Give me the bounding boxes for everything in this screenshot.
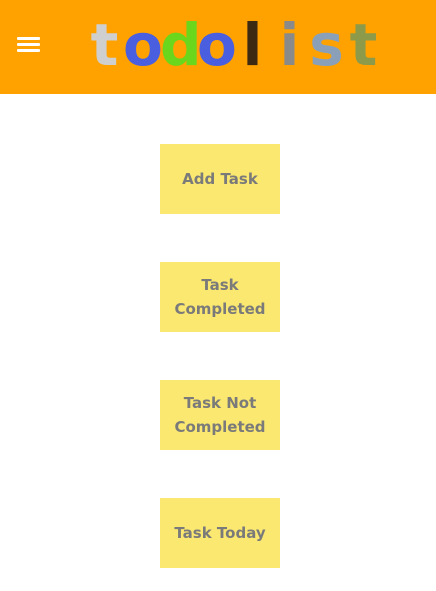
logo-letter: t bbox=[349, 11, 378, 79]
task-completed-button[interactable]: Task Completed bbox=[160, 262, 280, 332]
logo-letter: o bbox=[123, 11, 163, 79]
logo-letter: t bbox=[90, 11, 119, 79]
app-logo: t o d o l i s t bbox=[86, 6, 382, 86]
logo-letter: d bbox=[160, 11, 202, 79]
logo-letter: o bbox=[197, 11, 237, 79]
task-not-completed-button[interactable]: Task Not Completed bbox=[160, 380, 280, 450]
menu-bar bbox=[17, 49, 40, 52]
app-header: t o d o l i s t bbox=[0, 0, 436, 94]
add-task-button[interactable]: Add Task bbox=[160, 144, 280, 214]
menu-bar bbox=[17, 37, 40, 40]
menu-bar bbox=[17, 43, 40, 46]
task-today-button[interactable]: Task Today bbox=[160, 498, 280, 568]
hamburger-menu-icon[interactable] bbox=[17, 37, 40, 53]
logo-letter: i bbox=[279, 11, 300, 79]
logo-letter: s bbox=[309, 11, 344, 79]
logo-letter: l bbox=[242, 11, 263, 79]
